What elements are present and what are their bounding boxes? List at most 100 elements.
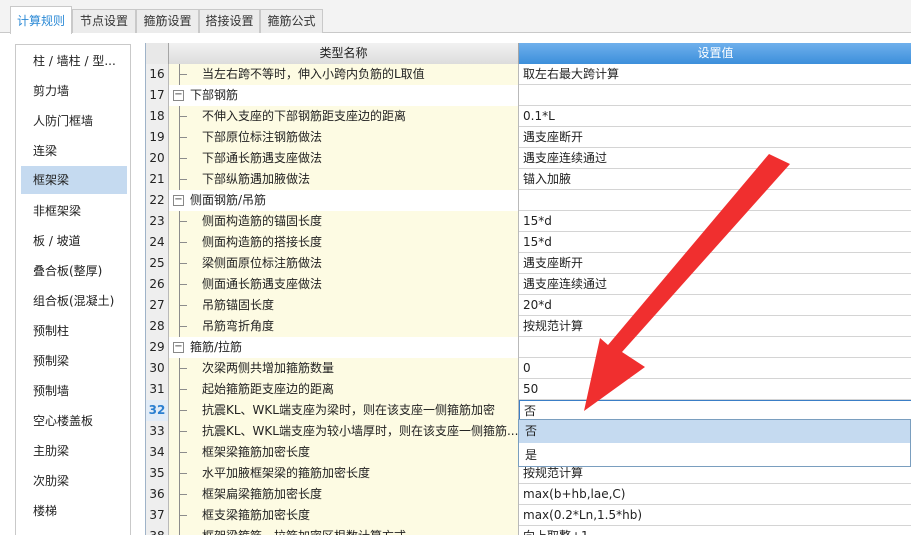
row-value-cell[interactable]: 遇支座连续通过	[519, 274, 911, 295]
nav-item-precast-beam[interactable]: 预制梁	[21, 347, 127, 375]
row-value-cell[interactable]: 锚入加腋	[519, 169, 911, 190]
table-row[interactable]: 19 下部原位标注钢筋做法 遇支座断开	[146, 127, 911, 148]
row-number: 27	[146, 295, 169, 316]
row-value-cell[interactable]: 15*d	[519, 211, 911, 232]
section-title: 侧面钢筋/吊筋	[190, 193, 267, 207]
row-value-cell[interactable]: 遇支座连续通过	[519, 148, 911, 169]
row-name: 侧面构造筋的搭接长度	[202, 235, 323, 249]
table-row[interactable]: 21 下部纵筋遇加腋做法 锚入加腋	[146, 169, 911, 190]
tab-calc-rules[interactable]: 计算规则	[10, 6, 72, 34]
column-header-setting-value[interactable]: 设置值	[519, 43, 911, 64]
nav-item-slab-ramp[interactable]: 板 / 坡道	[21, 227, 127, 255]
table-row[interactable]: 37 框支梁箍筋加密长度 max(0.2*Ln,1.5*hb)	[146, 505, 911, 526]
collapse-toggle-icon[interactable]: −	[173, 195, 184, 206]
nav-item-precast-wall[interactable]: 预制墙	[21, 377, 127, 405]
row-number: 23	[146, 211, 169, 232]
row-value-cell[interactable]: 向上取整+1	[519, 526, 911, 535]
row-number: 31	[146, 379, 169, 400]
row-name-cell: 抗震KL、WKL端支座为梁时，则在该支座一侧箍筋加密	[169, 400, 519, 421]
collapse-toggle-icon[interactable]: −	[173, 342, 184, 353]
row-number: 19	[146, 127, 169, 148]
row-value-cell[interactable]: 遇支座断开	[519, 253, 911, 274]
table-row[interactable]: 23 侧面构造筋的锚固长度 15*d	[146, 211, 911, 232]
tab-lap-settings[interactable]: 搭接设置	[199, 9, 260, 33]
table-row[interactable]: 31 起始箍筋距支座边的距离 50	[146, 379, 911, 400]
row-number: 22	[146, 190, 169, 211]
value-select-input[interactable]: 否	[519, 400, 911, 421]
grid-header: 类型名称 设置值	[146, 43, 911, 64]
nav-item-non-frame-beam[interactable]: 非框架梁	[21, 197, 127, 225]
row-name-cell: − 下部钢筋	[169, 85, 519, 106]
row-name-cell: 下部纵筋遇加腋做法	[169, 169, 519, 190]
nav-item-composite-slab-full[interactable]: 叠合板(整厚)	[21, 257, 127, 285]
table-row[interactable]: 25 梁侧面原位标注筋做法 遇支座断开	[146, 253, 911, 274]
row-name-cell: 侧面构造筋的搭接长度	[169, 232, 519, 253]
row-value-cell[interactable]: 按规范计算	[519, 316, 911, 337]
row-name-cell: 吊筋弯折角度	[169, 316, 519, 337]
nav-item-main-rib-beam[interactable]: 主肋梁	[21, 437, 127, 465]
row-value-cell[interactable]: 0	[519, 358, 911, 379]
table-row[interactable]: 28 吊筋弯折角度 按规范计算	[146, 316, 911, 337]
row-value-cell[interactable]: 遇支座断开	[519, 127, 911, 148]
row-number: 36	[146, 484, 169, 505]
row-number: 25	[146, 253, 169, 274]
table-row-section[interactable]: 29 − 箍筋/拉筋	[146, 337, 911, 358]
tab-stirrup-settings[interactable]: 箍筋设置	[136, 9, 199, 33]
row-name-cell: 水平加腋框架梁的箍筋加密长度	[169, 463, 519, 484]
row-value-cell[interactable]: 15*d	[519, 232, 911, 253]
nav-item-shear-wall[interactable]: 剪力墙	[21, 77, 127, 105]
nav-item-more[interactable]: ...	[21, 527, 127, 535]
row-name-cell: 起始箍筋距支座边的距离	[169, 379, 519, 400]
row-name-cell: 下部通长筋遇支座做法	[169, 148, 519, 169]
nav-item-coupling-beam[interactable]: 连梁	[21, 137, 127, 165]
dropdown-option-no[interactable]: 否	[519, 420, 910, 443]
row-name: 下部原位标注钢筋做法	[202, 130, 323, 144]
row-name: 侧面通长筋遇支座做法	[202, 277, 323, 291]
row-name-cell: 次梁两侧共增加箍筋数量	[169, 358, 519, 379]
row-number: 38	[146, 526, 169, 535]
section-title: 箍筋/拉筋	[190, 340, 243, 354]
nav-item-composite-slab-concrete[interactable]: 组合板(混凝土)	[21, 287, 127, 315]
table-row[interactable]: 30 次梁两侧共增加箍筋数量 0	[146, 358, 911, 379]
row-value-cell[interactable]: 0.1*L	[519, 106, 911, 127]
nav-item-secondary-rib-beam[interactable]: 次肋梁	[21, 467, 127, 495]
nav-item-civil-defense-door-wall[interactable]: 人防门框墙	[21, 107, 127, 135]
table-row[interactable]: 38 框架梁箍筋、拉筋加密区根数计算方式 向上取整+1	[146, 526, 911, 535]
table-row[interactable]: 36 框架扁梁箍筋加密长度 max(b+hb,lae,C)	[146, 484, 911, 505]
table-row-section[interactable]: 22 − 侧面钢筋/吊筋	[146, 190, 911, 211]
nav-item-stairs[interactable]: 楼梯	[21, 497, 127, 525]
row-value-cell[interactable]: 取左右最大跨计算	[519, 64, 911, 85]
row-name-cell: 侧面构造筋的锚固长度	[169, 211, 519, 232]
table-row[interactable]: 24 侧面构造筋的搭接长度 15*d	[146, 232, 911, 253]
row-number: 24	[146, 232, 169, 253]
row-number: 26	[146, 274, 169, 295]
table-row-selected[interactable]: 32 抗震KL、WKL端支座为梁时，则在该支座一侧箍筋加密 否	[146, 400, 911, 421]
tab-stirrup-formula[interactable]: 箍筋公式	[260, 9, 323, 33]
table-row[interactable]: 16 当左右跨不等时，伸入小跨内负筋的L取值 取左右最大跨计算	[146, 64, 911, 85]
tab-node-settings[interactable]: 节点设置	[72, 9, 136, 33]
table-row[interactable]: 27 吊筋锚固长度 20*d	[146, 295, 911, 316]
table-row-section[interactable]: 17 − 下部钢筋	[146, 85, 911, 106]
dropdown-option-yes[interactable]: 是	[519, 444, 910, 467]
row-value-cell	[519, 337, 911, 358]
nav-item-hollow-floor-slab[interactable]: 空心楼盖板	[21, 407, 127, 435]
table-row[interactable]: 18 不伸入支座的下部钢筋距支座边的距离 0.1*L	[146, 106, 911, 127]
column-header-type-name[interactable]: 类型名称	[169, 43, 519, 64]
table-row[interactable]: 20 下部通长筋遇支座做法 遇支座连续通过	[146, 148, 911, 169]
table-row[interactable]: 26 侧面通长筋遇支座做法 遇支座连续通过	[146, 274, 911, 295]
nav-item-precast-column[interactable]: 预制柱	[21, 317, 127, 345]
row-number: 21	[146, 169, 169, 190]
row-value-cell[interactable]: 50	[519, 379, 911, 400]
row-name-cell: − 侧面钢筋/吊筋	[169, 190, 519, 211]
row-value-cell	[519, 190, 911, 211]
row-value-cell[interactable]: 20*d	[519, 295, 911, 316]
row-name: 水平加腋框架梁的箍筋加密长度	[202, 466, 371, 480]
nav-item-column[interactable]: 柱 / 墙柱 / 型...	[21, 47, 127, 75]
nav-item-frame-beam[interactable]: 框架梁	[21, 166, 127, 194]
row-name-cell: 不伸入支座的下部钢筋距支座边的距离	[169, 106, 519, 127]
row-value-cell[interactable]: max(b+hb,lae,C)	[519, 484, 911, 505]
collapse-toggle-icon[interactable]: −	[173, 90, 184, 101]
row-name-cell: 抗震KL、WKL端支座为较小墙厚时，则在该支座一侧箍筋...	[169, 421, 519, 442]
row-name: 下部纵筋遇加腋做法	[202, 172, 311, 186]
row-value-cell[interactable]: max(0.2*Ln,1.5*hb)	[519, 505, 911, 526]
